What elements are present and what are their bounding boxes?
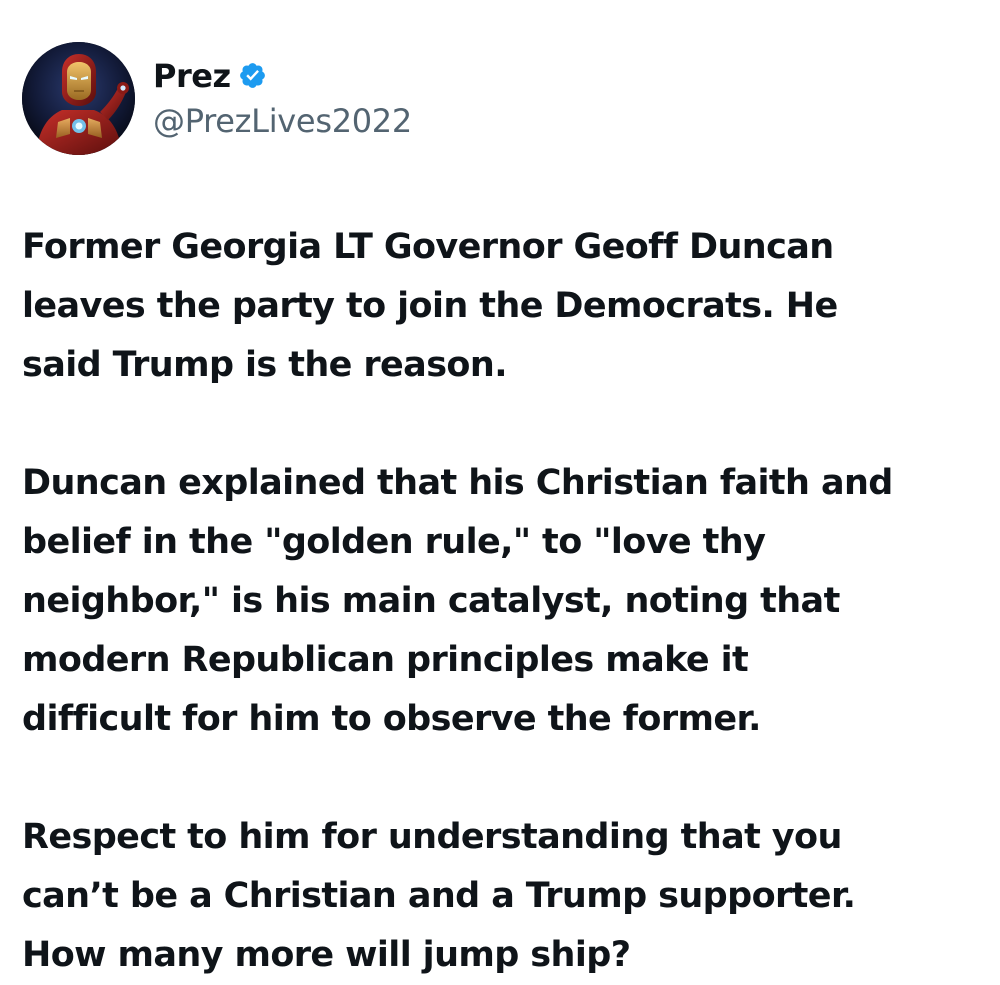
tweet-header: Prez @PrezLives2022 (22, 42, 412, 155)
tweet-text-line: can’t be a Christian and a Trump support… (22, 876, 856, 916)
tweet-paragraph: Former Georgia LT Governor Geoff Duncan … (22, 218, 992, 395)
tweet-text-line: said Trump is the reason. (22, 345, 508, 385)
tweet-paragraph: Duncan explained that his Christian fait… (22, 454, 992, 749)
author-handle[interactable]: @PrezLives2022 (153, 102, 412, 140)
tweet-text-line: How many more will jump ship? (22, 935, 631, 975)
name-row: Prez (153, 54, 412, 98)
tweet-text-line: Former Georgia LT Governor Geoff Duncan (22, 227, 834, 267)
verified-check-icon[interactable] (238, 61, 267, 90)
display-name[interactable]: Prez (153, 57, 231, 95)
tweet-paragraph: Respect to him for understanding that yo… (22, 808, 992, 985)
tweet-text-line: leaves the party to join the Democrats. … (22, 286, 838, 326)
tweet-card: Prez @PrezLives2022 Former Georgia LT Go… (0, 0, 1000, 977)
tweet-text: Former Georgia LT Governor Geoff Duncan … (22, 218, 992, 985)
author-identity: Prez @PrezLives2022 (153, 54, 412, 144)
tweet-text-line: modern Republican principles make it (22, 640, 749, 680)
iron-man-avatar-icon (22, 42, 135, 155)
tweet-text-line: Respect to him for understanding that yo… (22, 817, 842, 857)
avatar[interactable] (22, 42, 135, 155)
tweet-text-line: Duncan explained that his Christian fait… (22, 463, 893, 503)
tweet-text-line: neighbor," is his main catalyst, noting … (22, 581, 840, 621)
tweet-text-line: belief in the "golden rule," to "love th… (22, 522, 766, 562)
tweet-text-line: difficult for him to observe the former. (22, 699, 761, 739)
